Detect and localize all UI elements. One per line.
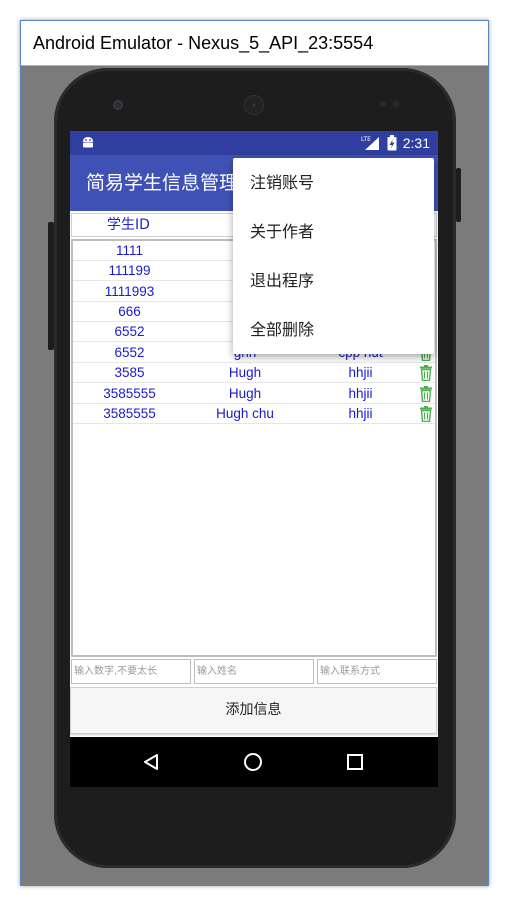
front-camera-icon xyxy=(113,100,123,110)
volume-button[interactable] xyxy=(456,168,461,222)
cell-id: 1111 xyxy=(115,243,144,258)
cell-name: Hugh xyxy=(228,365,262,380)
trash-icon[interactable] xyxy=(417,385,435,402)
menu-item-logout[interactable]: 注销账号 xyxy=(233,158,434,207)
phone-screen: LTE 2:31 简易学生信息管理 学生ID 学 1111 g xyxy=(70,131,438,787)
table-row[interactable]: 3585 Hugh hhjii xyxy=(73,363,435,383)
cell-id: 3585555 xyxy=(103,386,156,401)
sensor-dot-icon xyxy=(380,101,386,107)
navigation-bar xyxy=(70,737,438,787)
recents-square-icon xyxy=(347,754,363,770)
menu-item-about[interactable]: 关于作者 xyxy=(233,207,434,256)
signal-icon: LTE xyxy=(361,136,379,150)
app-title: 简易学生信息管理 xyxy=(86,172,239,194)
cell-id: 111199 xyxy=(108,263,151,278)
recents-button[interactable] xyxy=(342,749,368,775)
status-time: 2:31 xyxy=(402,135,430,151)
cell-contact: hhjii xyxy=(348,406,373,421)
trash-icon[interactable] xyxy=(417,364,435,381)
table-row[interactable]: 3585555 Hugh chu hhjii xyxy=(73,404,435,424)
header-student-id: 学生ID xyxy=(107,217,150,233)
overflow-menu: 注销账号 关于作者 退出程序 全部删除 xyxy=(233,158,434,354)
sensor-dot-icon xyxy=(393,101,399,107)
cell-id: 3585 xyxy=(114,365,145,380)
window-title: Android Emulator - Nexus_5_API_23:5554 xyxy=(21,21,488,66)
status-icons: LTE 2:31 xyxy=(361,131,430,155)
network-type: LTE xyxy=(361,136,371,143)
status-bar: LTE 2:31 xyxy=(70,131,438,155)
student-id-input[interactable]: 输入数字,不要太长 xyxy=(71,659,191,684)
input-row: 输入数字,不要太长 输入姓名 输入联系方式 xyxy=(70,659,438,685)
back-triangle-icon xyxy=(144,754,158,770)
home-circle-icon xyxy=(244,753,262,771)
android-robot-icon xyxy=(83,137,93,148)
cell-id: 3585555 xyxy=(103,406,156,421)
student-name-input[interactable]: 输入姓名 xyxy=(194,659,314,684)
cell-contact: hhjii xyxy=(348,386,373,401)
speaker-grille-icon xyxy=(244,95,264,115)
cell-id: 6552 xyxy=(114,345,145,360)
battery-charging-icon xyxy=(387,135,397,151)
cell-id: 666 xyxy=(118,304,141,319)
home-button[interactable] xyxy=(240,749,266,775)
cell-name: Hugh xyxy=(228,386,262,401)
contact-input[interactable]: 输入联系方式 xyxy=(317,659,437,684)
menu-item-exit[interactable]: 退出程序 xyxy=(233,256,434,305)
cell-id: 1111993 xyxy=(104,284,155,299)
cell-contact: hhjii xyxy=(348,365,373,380)
cell-name: Hugh chu xyxy=(216,406,274,421)
cell-id: 6552 xyxy=(114,324,145,339)
back-button[interactable] xyxy=(138,749,164,775)
trash-icon[interactable] xyxy=(417,405,435,422)
menu-item-delete-all[interactable]: 全部删除 xyxy=(233,305,434,354)
add-info-button[interactable]: 添加信息 xyxy=(70,687,437,734)
table-row[interactable]: 3585555 Hugh hhjii xyxy=(73,384,435,404)
